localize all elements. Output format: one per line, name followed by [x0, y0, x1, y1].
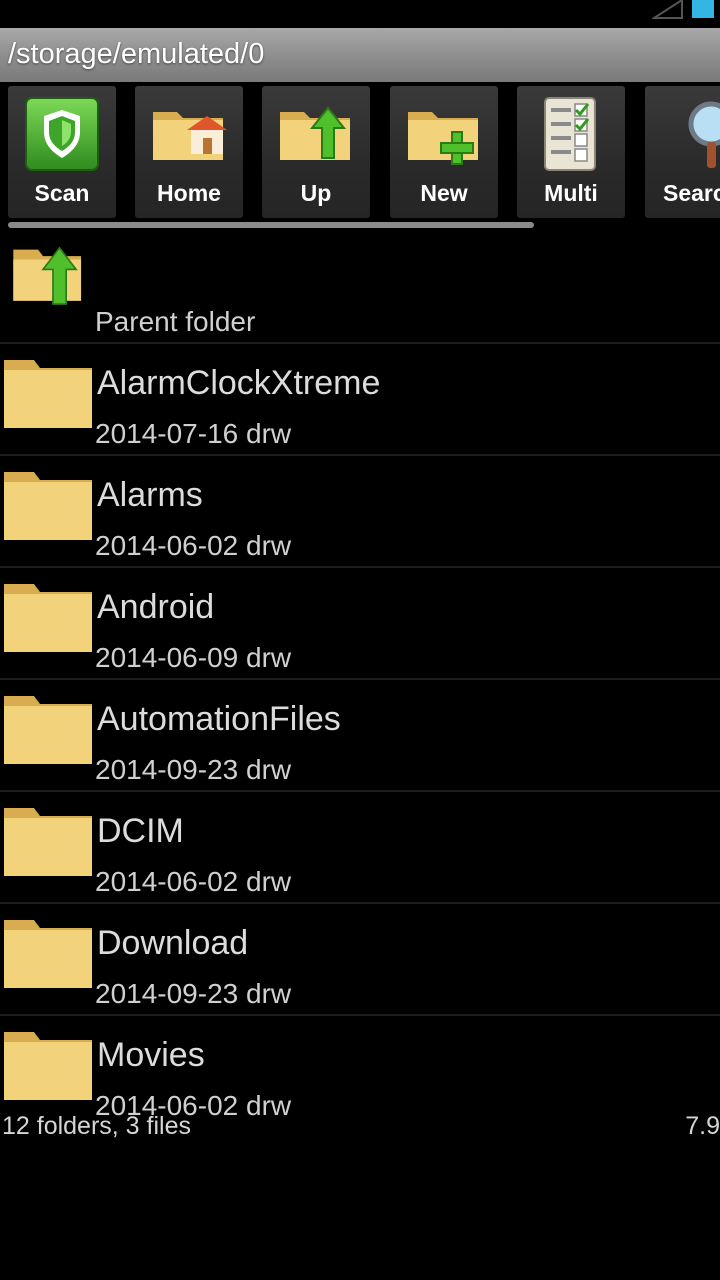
folder-name: AutomationFiles — [97, 700, 341, 738]
up-label: Up — [300, 180, 332, 206]
list-item[interactable]: DCIM 2014-06-02 drw — [0, 792, 720, 904]
folder-icon — [4, 360, 92, 428]
path-bar[interactable]: /storage/emulated/0 — [0, 28, 720, 82]
toolbar: Scan Home Up New Multi Searc — [0, 84, 720, 230]
parent-folder-label: Parent folder — [95, 306, 256, 337]
toolbar-scrollbar[interactable] — [8, 222, 534, 228]
folder-name: Download — [97, 924, 249, 962]
folder-meta: 2014-06-02 drw — [95, 866, 292, 897]
folder-name: Alarms — [97, 476, 203, 514]
multi-select-button[interactable]: Multi — [517, 86, 625, 218]
folder-meta: 2014-06-09 drw — [95, 642, 292, 673]
up-button[interactable]: Up — [262, 86, 370, 218]
new-label: New — [420, 180, 468, 206]
folder-name: DCIM — [97, 812, 184, 850]
storage-size: 7.9 — [685, 1112, 720, 1140]
folder-icon — [4, 584, 92, 652]
list-item[interactable]: Android 2014-06-09 drw — [0, 568, 720, 680]
parent-folder-row[interactable]: Parent folder — [0, 232, 720, 344]
folder-meta: 2014-09-23 drw — [95, 754, 292, 785]
folder-meta: 2014-07-16 drw — [95, 418, 292, 449]
folder-name: Android — [97, 588, 215, 626]
multi-label: Multi — [544, 180, 598, 206]
folder-icon — [4, 808, 92, 876]
file-list: Parent folder AlarmClockXtreme 2014-07-1… — [0, 232, 720, 1126]
signal-icon — [652, 0, 683, 19]
status-bar — [0, 0, 720, 28]
current-path: /storage/emulated/0 — [8, 38, 265, 70]
home-folder-icon — [153, 112, 227, 160]
search-icon — [688, 101, 720, 168]
folder-meta: 2014-06-02 drw — [95, 530, 292, 561]
multi-select-icon — [544, 97, 596, 171]
list-item[interactable]: Download 2014-09-23 drw — [0, 904, 720, 1016]
shield-scan-icon — [25, 97, 99, 171]
folder-icon — [4, 696, 92, 764]
list-item[interactable]: AlarmClockXtreme 2014-07-16 drw — [0, 344, 720, 456]
parent-folder-icon — [13, 246, 82, 305]
folder-meta: 2014-09-23 drw — [95, 978, 292, 1009]
folder-name: Movies — [97, 1036, 205, 1074]
folder-icon — [4, 920, 92, 988]
home-button[interactable]: Home — [135, 86, 243, 218]
search-button[interactable]: Search — [645, 86, 720, 218]
scan-label: Scan — [34, 180, 90, 206]
new-folder-icon — [408, 112, 478, 165]
list-item[interactable]: Alarms 2014-06-02 drw — [0, 456, 720, 568]
new-folder-button[interactable]: New — [390, 86, 498, 218]
status-footer: 12 folders, 3 files 7.9 — [0, 1110, 720, 1146]
folder-file-count: 12 folders, 3 files — [2, 1112, 191, 1140]
home-label: Home — [157, 180, 221, 206]
folder-name: AlarmClockXtreme — [97, 364, 381, 402]
folder-icon — [4, 1032, 92, 1100]
search-label: Search — [663, 180, 720, 206]
list-item[interactable]: AutomationFiles 2014-09-23 drw — [0, 680, 720, 792]
up-folder-icon — [280, 106, 350, 160]
battery-icon — [692, 0, 714, 18]
folder-icon — [4, 472, 92, 540]
scan-button[interactable]: Scan — [8, 86, 116, 218]
